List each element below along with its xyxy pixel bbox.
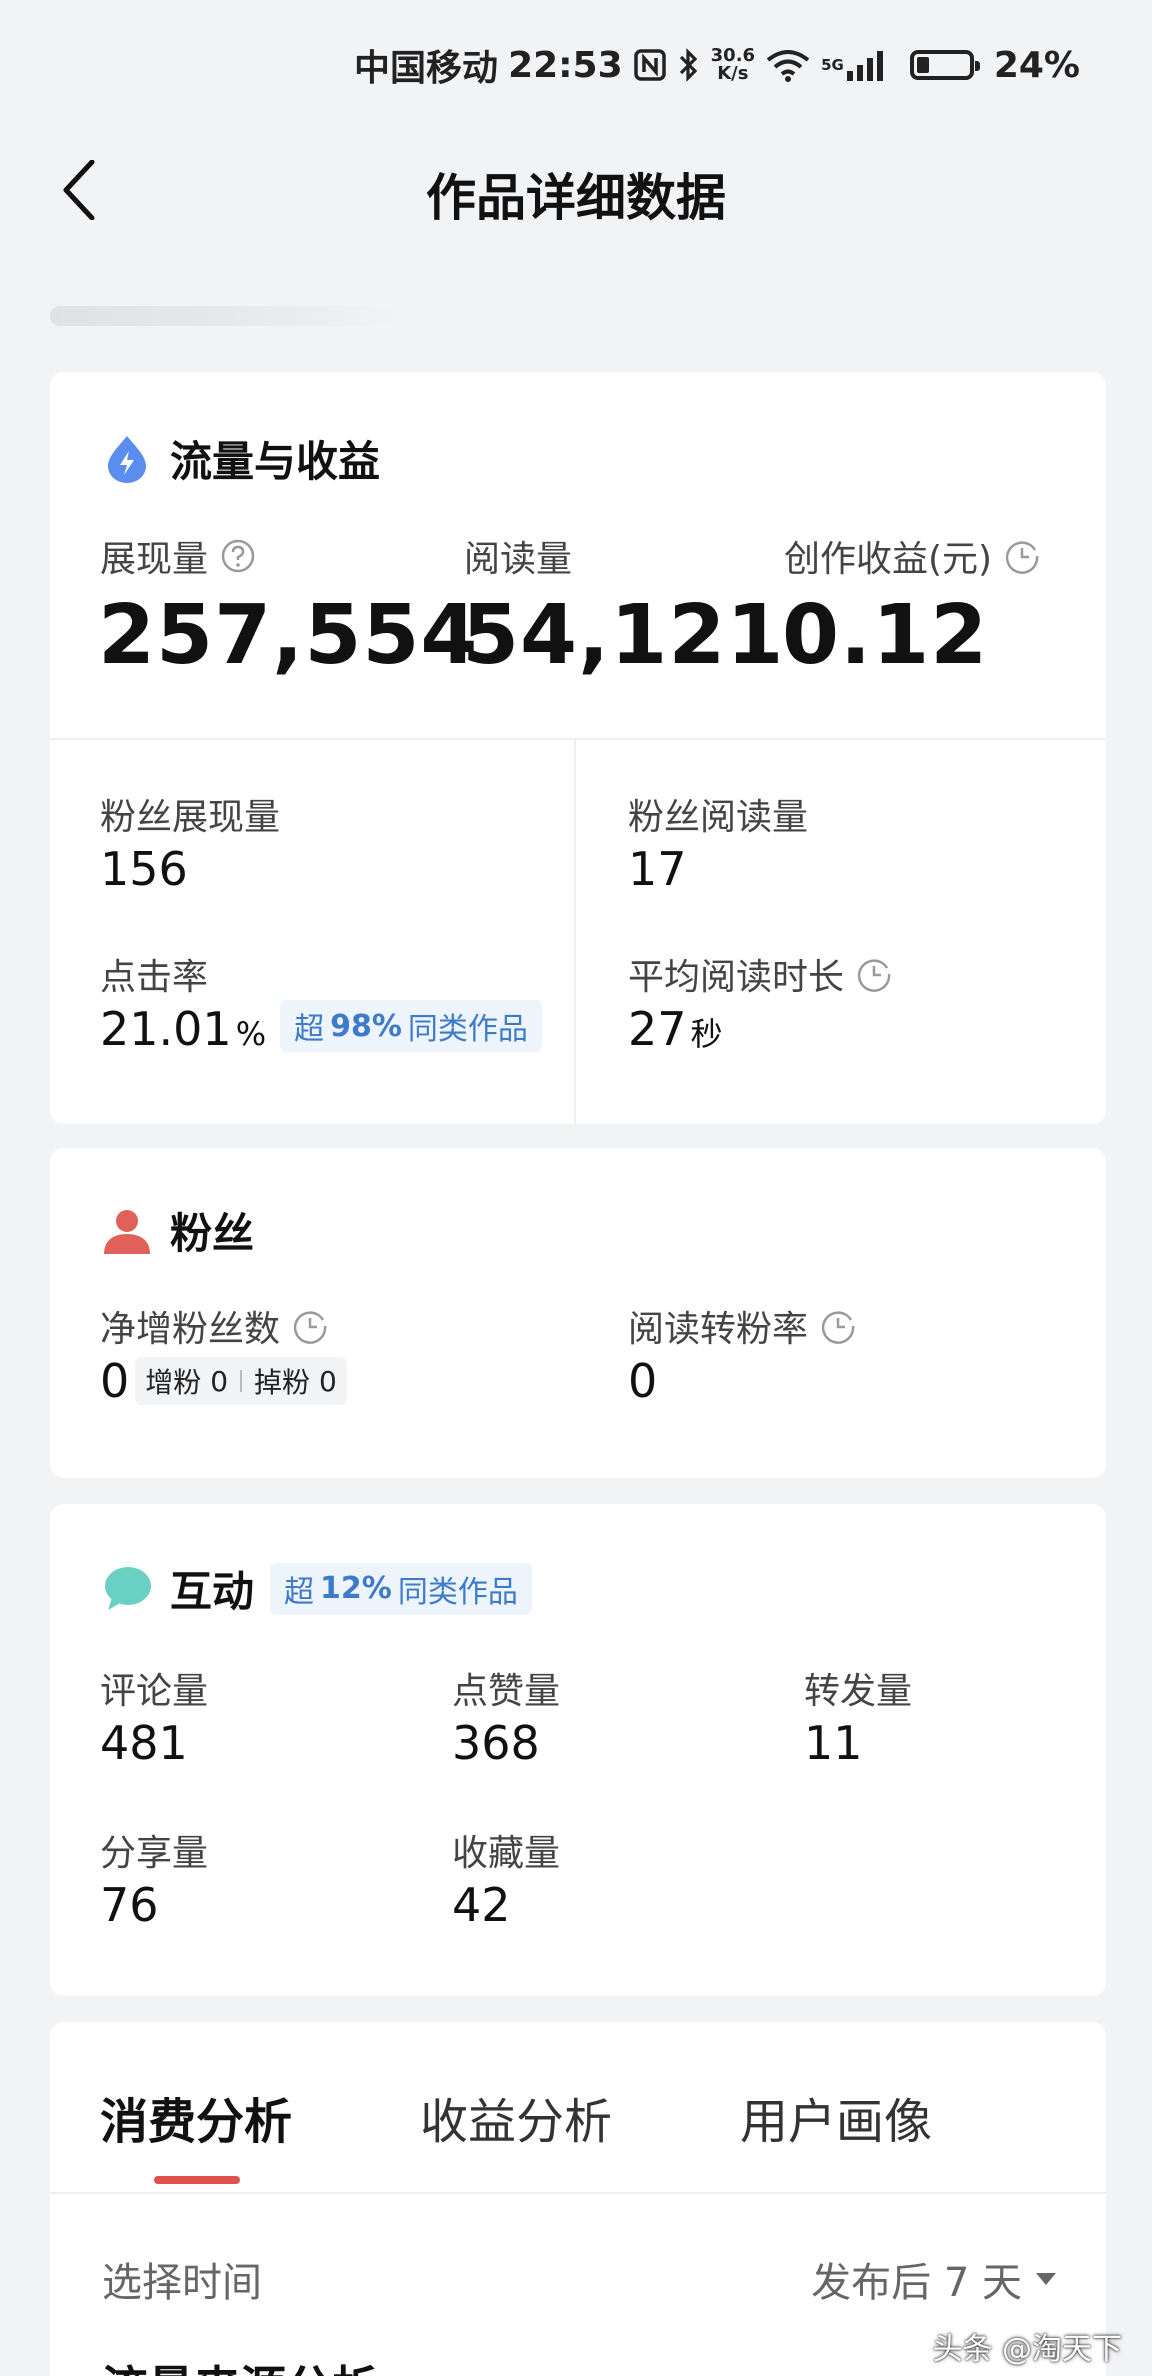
chat-bubble-icon	[102, 1564, 152, 1614]
fan-impressions-value: 156	[100, 842, 188, 896]
page-title: 作品详细数据	[426, 169, 726, 227]
ctr-badge-suffix: 同类作品	[407, 1012, 528, 1047]
clock-icon[interactable]	[292, 1308, 328, 1344]
network-type-label: 5G	[821, 55, 844, 74]
ctr-badge-prefix: 超	[294, 1012, 325, 1047]
card-header: 流量与收益	[102, 428, 380, 489]
status-bar: 中国移动 22:53 30.6 K/s 5G 24%	[0, 0, 1152, 130]
net-gain-label-text: 净增粉丝数	[100, 1309, 281, 1350]
clock-icon[interactable]	[856, 956, 892, 992]
interaction-card-title: 互动	[170, 1567, 255, 1616]
avg-read-unit: 秒	[690, 1015, 723, 1053]
fans-card: 粉丝 净增粉丝数 0 增粉 0 掉粉 0 阅读转粉率 0	[50, 1148, 1106, 1478]
reposts-value: 11	[804, 1716, 863, 1770]
analysis-card: 消费分析 收益分析 用户画像 选择时间 发布后 7 天 流量来源分析	[50, 2022, 1106, 2376]
time-range-select[interactable]: 发布后 7 天	[811, 2250, 1056, 2308]
signal-icon: 5G	[821, 49, 884, 81]
shares-label: 分享量	[100, 1833, 209, 1874]
loss-label: 掉粉	[254, 1366, 311, 1399]
carrier-label: 中国移动	[354, 48, 499, 89]
earnings-label-text: 创作收益(元)	[784, 539, 993, 580]
gain-value: 0	[210, 1364, 229, 1398]
impressions-value: 257,554	[98, 588, 479, 683]
fan-reads-label: 粉丝阅读量	[628, 797, 809, 838]
traffic-source-heading: 流量来源分析	[102, 2352, 378, 2376]
net-speed-unit: K/s	[717, 63, 749, 84]
fan-reads-value: 17	[628, 842, 687, 896]
clock-icon[interactable]	[820, 1308, 856, 1344]
wifi-icon	[765, 48, 811, 82]
favorites-label: 收藏量	[452, 1833, 561, 1874]
lightning-drop-icon	[102, 434, 152, 484]
watermark: 头条 @淘天下	[932, 2332, 1122, 2367]
ctr-badge-percent: 98%	[330, 1008, 402, 1044]
reads-value: 54,121	[462, 588, 785, 683]
card-header: 互动 超 12% 同类作品	[102, 1558, 532, 1619]
clock-icon[interactable]	[1004, 538, 1040, 574]
net-gain-number: 0	[100, 1354, 130, 1408]
conversion-value: 0	[628, 1354, 658, 1408]
divider	[240, 1370, 243, 1392]
nfc-icon	[633, 48, 667, 82]
chevron-down-icon	[1036, 2273, 1056, 2285]
tab-user-profile[interactable]: 用户画像	[740, 2082, 932, 2152]
traffic-card-title: 流量与收益	[170, 437, 381, 486]
help-icon[interactable]	[220, 538, 256, 574]
battery-icon	[894, 50, 980, 80]
conversion-label-text: 阅读转粉率	[628, 1309, 809, 1350]
divider	[50, 2192, 1106, 2194]
divider	[574, 740, 576, 1124]
interaction-badge-prefix: 超	[284, 1574, 315, 1610]
gain-loss-badge: 增粉 0 掉粉 0	[135, 1357, 347, 1405]
avg-read-number: 27	[628, 1002, 687, 1056]
gain-label: 增粉	[145, 1366, 202, 1399]
fans-card-title: 粉丝	[170, 1209, 255, 1258]
interaction-badge: 超 12% 同类作品	[270, 1562, 532, 1615]
favorites-value: 42	[452, 1878, 511, 1932]
earnings-value: 0.12	[782, 588, 989, 683]
tab-consumption-analysis[interactable]: 消费分析	[100, 2082, 292, 2152]
interaction-badge-percent: 12%	[320, 1571, 392, 1606]
impressions-label: 展现量	[100, 530, 256, 582]
time-select-label: 选择时间	[102, 2260, 262, 2306]
reposts-label: 转发量	[804, 1671, 913, 1712]
ctr-label: 点击率	[100, 957, 209, 998]
divider	[50, 738, 1106, 740]
ctr-unit: %	[235, 1015, 267, 1053]
nav-bar: 作品详细数据	[0, 130, 1152, 240]
fan-impressions-label: 粉丝展现量	[100, 797, 281, 838]
impressions-label-text: 展现量	[100, 539, 209, 580]
blurred-article-title	[50, 306, 400, 326]
person-icon	[102, 1206, 152, 1256]
earnings-label: 创作收益(元)	[784, 530, 1040, 582]
conversion-label: 阅读转粉率	[628, 1300, 856, 1352]
avg-read-label-text: 平均阅读时长	[628, 957, 845, 998]
ctr-number: 21.01	[100, 1002, 232, 1056]
active-tab-indicator	[154, 2176, 240, 2184]
net-gain-label: 净增粉丝数	[100, 1300, 328, 1352]
shares-value: 76	[100, 1878, 159, 1932]
ctr-badge: 超 98% 同类作品	[280, 1000, 542, 1052]
avg-read-label: 平均阅读时长	[628, 948, 892, 1000]
card-header: 粉丝	[102, 1200, 254, 1261]
comments-label: 评论量	[100, 1671, 209, 1712]
battery-percent: 24%	[993, 44, 1080, 86]
tab-earnings-analysis[interactable]: 收益分析	[420, 2082, 612, 2152]
reads-label: 阅读量	[464, 539, 573, 580]
likes-label: 点赞量	[452, 1671, 561, 1712]
comments-value: 481	[100, 1716, 188, 1770]
traffic-earnings-card: 流量与收益 展现量 257,554 阅读量 54,121 创作收益(元) 0.1…	[50, 372, 1106, 1124]
interaction-card: 互动 超 12% 同类作品 评论量 481 点赞量 368 转发量 11 分享量 7…	[50, 1504, 1106, 1996]
bluetooth-icon	[677, 47, 701, 83]
interaction-badge-suffix: 同类作品	[397, 1574, 518, 1610]
likes-value: 368	[452, 1716, 540, 1770]
net-gain-value: 0 增粉 0 掉粉 0	[100, 1354, 347, 1408]
loss-value: 0	[318, 1364, 337, 1398]
time-range-value: 发布后 7 天	[811, 2260, 1022, 2306]
clock-label: 22:53	[508, 44, 623, 86]
avg-read-value: 27 秒	[628, 1002, 723, 1056]
ctr-value: 21.01% 超 98% 同类作品	[100, 1000, 542, 1058]
network-speed: 30.6 K/s	[711, 47, 755, 83]
